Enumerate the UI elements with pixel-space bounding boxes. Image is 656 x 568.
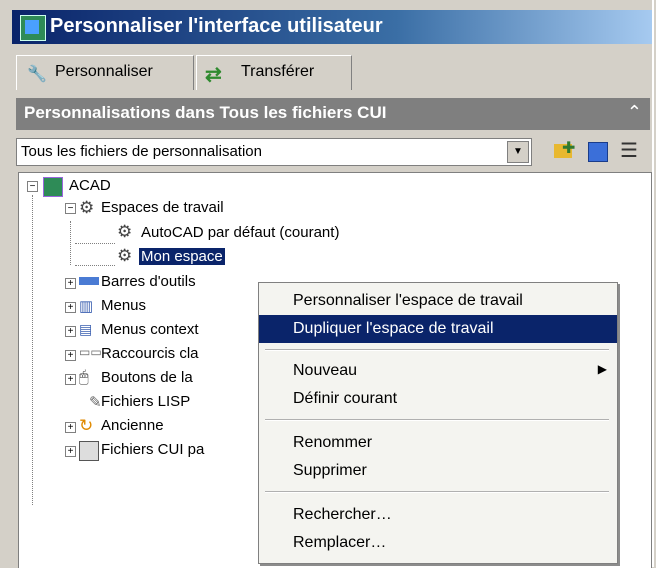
legacy-icon: ↻	[79, 416, 94, 435]
tree-line	[32, 195, 33, 505]
menu-item-customize-workspace[interactable]: Personnaliser l'espace de travail	[259, 287, 617, 315]
menu-item-replace[interactable]: Remplacer…	[259, 529, 617, 557]
menu-item-label: Définir courant	[293, 390, 398, 407]
gear-icon: ⚙	[79, 198, 95, 217]
dropdown-arrow-icon[interactable]: ▼	[507, 141, 529, 163]
tree-node-shortcuts[interactable]: Raccourcis cla	[101, 345, 199, 362]
mouse-icon: 🖱	[79, 369, 89, 386]
tree-line	[70, 221, 71, 265]
menu-separator	[265, 349, 609, 351]
menu-item-label: Remplacer…	[293, 534, 387, 551]
expand-toggle[interactable]: +	[65, 326, 76, 337]
tree-node-toolbars[interactable]: Barres d'outils	[101, 273, 196, 290]
title-bar: Personnaliser l'interface utilisateur	[12, 10, 652, 44]
menu-item-find[interactable]: Rechercher…	[259, 501, 617, 529]
tree-node-acad[interactable]: ACAD	[69, 177, 111, 194]
tree-node-legacy[interactable]: Ancienne	[101, 417, 164, 434]
submenu-arrow-icon: ▶	[597, 362, 607, 376]
menu-item-label: Personnaliser l'espace de travail	[293, 292, 523, 309]
context-menu-icon: ▤	[79, 321, 93, 337]
tree-node-context-menus[interactable]: Menus context	[101, 321, 199, 338]
cui-file-icon	[79, 441, 99, 461]
plus-icon: ✚	[562, 140, 576, 157]
expand-toggle[interactable]: +	[65, 350, 76, 361]
menu-item-label: Rechercher…	[293, 506, 392, 523]
cui-file-dropdown[interactable]: Tous les fichiers de personnalisation ▼	[16, 138, 532, 166]
tree-node-ws-mine[interactable]: Mon espace	[139, 248, 225, 265]
tree-node-ws-default[interactable]: AutoCAD par défaut (courant)	[141, 224, 339, 241]
app-icon	[20, 15, 46, 41]
menu-item-label: Renommer	[293, 434, 373, 451]
context-menu: Personnaliser l'espace de travail Dupliq…	[258, 282, 618, 564]
menu-item-label: Supprimer	[293, 462, 367, 479]
list-view-button[interactable]: ☰	[616, 138, 642, 164]
tab-label: Transférer	[241, 63, 315, 80]
tab-personnaliser[interactable]: 🔧 Personnaliser	[16, 55, 194, 90]
expand-toggle[interactable]: +	[65, 278, 76, 289]
list-icon: ☰	[620, 140, 638, 162]
menu-item-set-current[interactable]: Définir courant	[259, 385, 617, 413]
gear-icon: ⚙	[117, 246, 133, 265]
keyboard-icon: ▭▭	[79, 345, 102, 359]
menu-item-label: Nouveau	[293, 362, 358, 379]
menu-item-new[interactable]: Nouveau ▶	[259, 357, 617, 385]
transfer-arrows-icon: ⇄	[205, 64, 222, 86]
tree-node-workspaces[interactable]: Espaces de travail	[101, 199, 224, 216]
menu-separator	[265, 491, 609, 493]
customize-ui-window: Personnaliser l'interface utilisateur 🔧 …	[0, 0, 654, 568]
panel-title: Personnalisations dans Tous les fichiers…	[24, 103, 387, 122]
acad-icon	[43, 177, 63, 197]
expand-toggle[interactable]: +	[65, 422, 76, 433]
menu-item-duplicate-workspace[interactable]: Dupliquer l'espace de travail	[259, 315, 617, 343]
wrench-icon: 🔧	[27, 66, 47, 83]
menu-item-label: Dupliquer l'espace de travail	[293, 320, 494, 337]
menu-item-delete[interactable]: Supprimer	[259, 457, 617, 485]
menu-separator	[265, 419, 609, 421]
tree-line	[75, 265, 115, 266]
dropdown-value: Tous les fichiers de personnalisation	[21, 143, 262, 160]
tree-node-cui-files[interactable]: Fichiers CUI pa	[101, 441, 204, 458]
expand-toggle[interactable]: +	[65, 302, 76, 313]
panel-header[interactable]: Personnalisations dans Tous les fichiers…	[16, 98, 650, 130]
save-button[interactable]	[584, 138, 610, 164]
expand-toggle[interactable]: +	[65, 446, 76, 457]
window-title: Personnaliser l'interface utilisateur	[50, 15, 383, 37]
gear-icon: ⚙	[117, 222, 133, 241]
save-icon	[588, 142, 608, 162]
collapse-toggle[interactable]: −	[27, 181, 38, 192]
tree-line	[75, 243, 115, 244]
tab-label: Personnaliser	[55, 63, 153, 80]
toolbar-icon	[79, 273, 99, 291]
tree-node-lisp[interactable]: Fichiers LISP	[101, 393, 190, 410]
expand-toggle[interactable]: +	[65, 374, 76, 385]
menu-icon: ▥	[79, 298, 94, 315]
tree-node-buttons[interactable]: Boutons de la	[101, 369, 193, 386]
collapse-toggle[interactable]: −	[65, 203, 76, 214]
collapse-chevron-icon[interactable]: ⌃	[627, 102, 642, 123]
open-file-button[interactable]: ✚	[550, 138, 576, 164]
menu-item-rename[interactable]: Renommer	[259, 429, 617, 457]
tab-transferer[interactable]: ⇄ Transférer	[196, 55, 352, 90]
tree-node-menus[interactable]: Menus	[101, 297, 146, 314]
